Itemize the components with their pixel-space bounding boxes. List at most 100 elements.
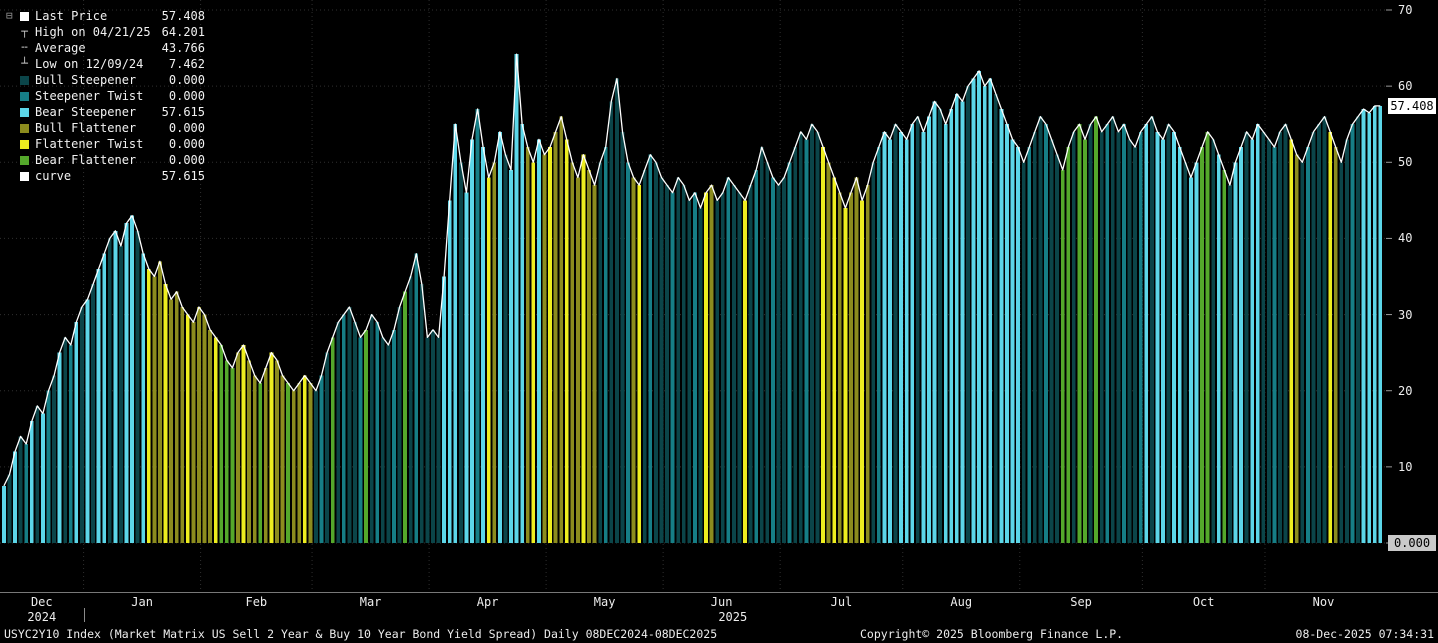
regime-bar[interactable] bbox=[191, 322, 196, 543]
regime-bar[interactable] bbox=[1021, 162, 1026, 544]
regime-bar[interactable] bbox=[1049, 139, 1054, 543]
regime-bar[interactable] bbox=[341, 314, 346, 543]
regime-bar[interactable] bbox=[531, 162, 536, 544]
regime-bar[interactable] bbox=[720, 192, 725, 544]
regime-bar[interactable] bbox=[1344, 139, 1349, 543]
regime-bar[interactable] bbox=[431, 329, 435, 543]
regime-bar[interactable] bbox=[1055, 154, 1060, 544]
regime-bar[interactable] bbox=[715, 200, 720, 544]
regime-bar[interactable] bbox=[1211, 139, 1216, 543]
regime-bar[interactable] bbox=[503, 154, 508, 544]
regime-bar[interactable] bbox=[681, 185, 686, 543]
regime-bar[interactable] bbox=[1294, 154, 1299, 544]
regime-bar[interactable] bbox=[208, 329, 212, 543]
regime-bar[interactable] bbox=[241, 345, 246, 543]
regime-bar[interactable] bbox=[642, 169, 647, 543]
legend-item[interactable]: Flattener Twist 0.000 bbox=[6, 136, 205, 152]
regime-bar[interactable] bbox=[297, 383, 302, 543]
regime-bar[interactable] bbox=[1361, 108, 1366, 544]
regime-bar[interactable] bbox=[1300, 162, 1305, 544]
regime-bar[interactable] bbox=[119, 246, 123, 544]
regime-bar[interactable] bbox=[581, 154, 586, 544]
regime-bar[interactable] bbox=[263, 367, 268, 543]
regime-bar[interactable] bbox=[392, 329, 396, 543]
regime-bar[interactable] bbox=[314, 390, 318, 543]
regime-bar[interactable] bbox=[542, 154, 547, 544]
regime-bar[interactable] bbox=[63, 337, 68, 543]
regime-bar[interactable] bbox=[1116, 131, 1121, 543]
regime-bar[interactable] bbox=[759, 147, 764, 543]
regime-bar[interactable] bbox=[1244, 131, 1249, 543]
regime-bar[interactable] bbox=[888, 139, 892, 543]
regime-bar[interactable] bbox=[2, 485, 6, 543]
regime-bar[interactable] bbox=[1138, 131, 1143, 543]
regime-bar[interactable] bbox=[709, 185, 714, 543]
regime-bar[interactable] bbox=[592, 185, 597, 543]
regime-bar[interactable] bbox=[414, 253, 419, 543]
regime-bar[interactable] bbox=[96, 268, 101, 543]
legend-item[interactable]: curve 57.615 bbox=[6, 168, 205, 184]
regime-bar[interactable] bbox=[938, 108, 942, 544]
regime-bar[interactable] bbox=[904, 139, 909, 543]
regime-bar[interactable] bbox=[113, 230, 118, 543]
regime-bar[interactable] bbox=[425, 337, 430, 543]
regime-bar[interactable] bbox=[1177, 147, 1182, 543]
regime-bar[interactable] bbox=[247, 360, 251, 543]
regime-bar[interactable] bbox=[614, 78, 619, 543]
legend-item[interactable]: ┴ Low on 12/09/24 7.462 bbox=[6, 56, 205, 72]
regime-bar[interactable] bbox=[776, 185, 781, 543]
regime-bar[interactable] bbox=[1105, 124, 1110, 544]
regime-bar[interactable] bbox=[180, 306, 185, 543]
legend-item[interactable]: ╌ Average 43.766 bbox=[6, 40, 205, 56]
regime-bar[interactable] bbox=[1144, 124, 1149, 544]
regime-bar[interactable] bbox=[1283, 124, 1288, 544]
regime-bar[interactable] bbox=[302, 375, 307, 543]
regime-bar[interactable] bbox=[1372, 105, 1377, 543]
regime-bar[interactable] bbox=[380, 337, 385, 543]
legend-item[interactable]: Bear Flattener 0.000 bbox=[6, 152, 205, 168]
regime-bar[interactable] bbox=[158, 261, 162, 543]
regime-bar[interactable] bbox=[85, 299, 90, 543]
regime-bar[interactable] bbox=[1194, 162, 1199, 544]
regime-bar[interactable] bbox=[141, 253, 146, 543]
regime-bar[interactable] bbox=[169, 299, 173, 543]
regime-bar[interactable] bbox=[548, 147, 552, 543]
regime-bar[interactable] bbox=[1339, 162, 1344, 544]
regime-bar[interactable] bbox=[1127, 139, 1132, 543]
regime-bar[interactable] bbox=[102, 253, 107, 543]
regime-bar[interactable] bbox=[804, 139, 809, 543]
regime-bar[interactable] bbox=[24, 444, 29, 543]
regime-bar[interactable] bbox=[798, 131, 803, 543]
regime-bar[interactable] bbox=[787, 162, 792, 544]
regime-bar[interactable] bbox=[1205, 131, 1210, 543]
regime-bar[interactable] bbox=[1166, 124, 1171, 544]
regime-bar[interactable] bbox=[1110, 116, 1115, 543]
regime-bar[interactable] bbox=[1239, 147, 1243, 543]
regime-bar[interactable] bbox=[665, 185, 669, 543]
regime-bar[interactable] bbox=[810, 124, 814, 544]
regime-bar[interactable] bbox=[46, 390, 51, 543]
regime-bar[interactable] bbox=[564, 139, 569, 543]
regime-bar[interactable] bbox=[520, 124, 525, 544]
regime-bar[interactable] bbox=[782, 177, 786, 543]
regime-bar[interactable] bbox=[475, 108, 480, 544]
regime-bar[interactable] bbox=[219, 345, 224, 543]
regime-bar[interactable] bbox=[687, 200, 692, 544]
regime-bar[interactable] bbox=[509, 169, 513, 543]
regime-bar[interactable] bbox=[1016, 147, 1021, 543]
regime-bar[interactable] bbox=[152, 276, 157, 544]
regime-bar[interactable] bbox=[7, 474, 12, 543]
regime-bar[interactable] bbox=[932, 101, 937, 544]
regime-bar[interactable] bbox=[1083, 139, 1087, 543]
regime-bar[interactable] bbox=[52, 375, 56, 543]
regime-bar[interactable] bbox=[1367, 112, 1372, 543]
regime-bar[interactable] bbox=[676, 177, 681, 543]
regime-bar[interactable] bbox=[1088, 124, 1093, 544]
regime-bar[interactable] bbox=[275, 360, 279, 543]
regime-bar[interactable] bbox=[1071, 131, 1076, 543]
regime-bar[interactable] bbox=[369, 314, 374, 543]
regime-bar[interactable] bbox=[815, 131, 820, 543]
regime-bar[interactable] bbox=[1122, 124, 1126, 544]
regime-bar[interactable] bbox=[704, 192, 708, 544]
regime-bar[interactable] bbox=[353, 322, 357, 543]
